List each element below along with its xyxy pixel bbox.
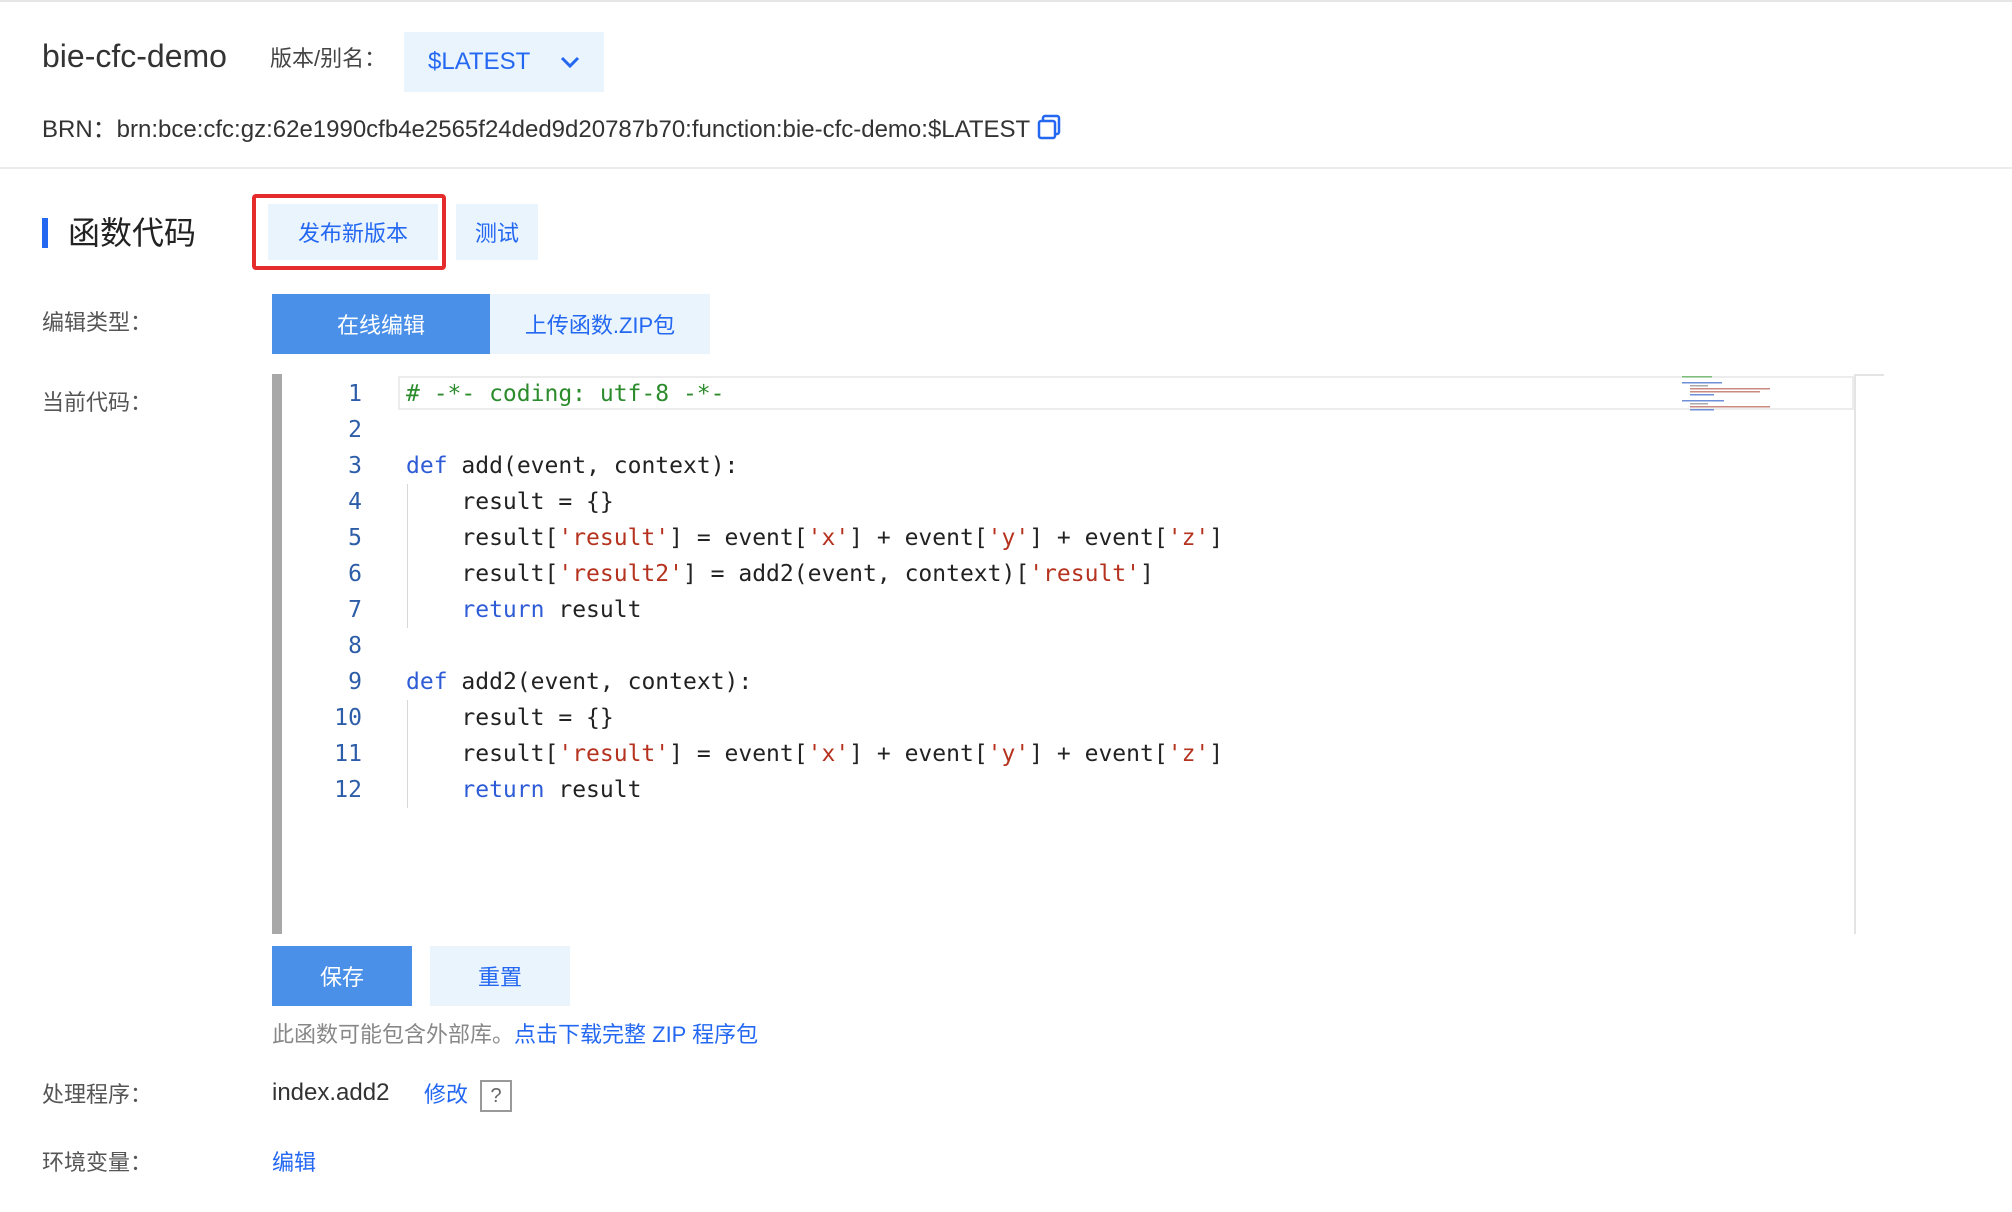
line-number: 8 [348,633,362,659]
save-button[interactable]: 保存 [272,946,412,1006]
function-name: bie-cfc-demo [42,38,227,74]
version-label: 版本/别名： [270,46,387,71]
code-editor[interactable]: 1 2 3 4 5 6 7 8 9 10 11 12 # -*- coding:… [272,374,1884,934]
current-code-label: 当前代码： [42,390,153,415]
section-title-marker [42,218,48,248]
code-minimap [1682,376,1770,411]
line-number: 12 [334,777,362,803]
line-number: 1 [348,381,362,407]
code-line: result['result2'] = add2(event, context)… [461,561,1154,587]
code-line: # -*- coding: utf-8 -*- [406,381,725,407]
tab-online-edit[interactable]: 在线编辑 [272,294,490,354]
edit-type-label: 编辑类型： [42,310,153,335]
line-number: 11 [334,741,362,767]
version-value: $LATEST [428,48,531,75]
test-button[interactable]: 测试 [456,204,538,260]
section-title: 函数代码 [68,215,197,251]
brn-line: BRN：brn:bce:cfc:gz:62e1990cfb4e2565f24de… [42,114,1062,146]
line-number: 5 [348,525,362,551]
line-number-gutter: 1 2 3 4 5 6 7 8 9 10 11 12 [282,376,362,808]
brn-value: brn:bce:cfc:gz:62e1990cfb4e2565f24ded9d2… [116,116,1031,143]
header-divider [0,167,2012,169]
code-line: result = {} [461,489,614,515]
line-number: 10 [334,705,362,731]
env-vars-label: 环境变量： [42,1150,153,1175]
line-number: 3 [348,453,362,479]
handler-label: 处理程序： [42,1082,153,1107]
edit-handler-link[interactable]: 修改 [424,1080,468,1110]
code-line: return result [461,777,642,803]
version-select[interactable]: $LATEST [404,32,604,92]
tab-upload-zip[interactable]: 上传函数.ZIP包 [490,294,710,354]
handler-value: index.add2 [272,1079,390,1106]
reset-button[interactable]: 重置 [430,946,570,1006]
editor-top-border [1856,374,1884,376]
code-lines: # -*- coding: utf-8 -*- def add(event, c… [406,376,1826,808]
line-number: 7 [348,597,362,623]
editor-right-border [1854,374,1856,934]
brn-label: BRN： [42,116,117,143]
chevron-down-icon [560,56,580,69]
editor-left-border [272,374,282,934]
highlight-box [252,194,446,270]
code-line: result = {} [461,705,614,731]
help-icon[interactable]: ? [480,1080,512,1112]
code-line: return result [461,597,642,623]
code-line: def add(event, context): [406,453,739,479]
code-line: result['result'] = event['x'] + event['y… [461,525,1224,551]
top-divider [0,0,2012,2]
line-number: 9 [348,669,362,695]
line-number: 6 [348,561,362,587]
edit-env-link[interactable]: 编辑 [272,1148,316,1178]
code-line: def add2(event, context): [406,669,753,695]
code-line: result['result'] = event['x'] + event['y… [461,741,1224,767]
download-zip-link[interactable]: 点击下载完整 ZIP 程序包 [514,1022,758,1047]
line-number: 4 [348,489,362,515]
zip-note-text: 此函数可能包含外部库。 [272,1022,515,1047]
zip-note: 此函数可能包含外部库。点击下载完整 ZIP 程序包 [272,1020,758,1050]
copy-icon[interactable] [1036,114,1062,140]
line-number: 2 [348,417,362,443]
